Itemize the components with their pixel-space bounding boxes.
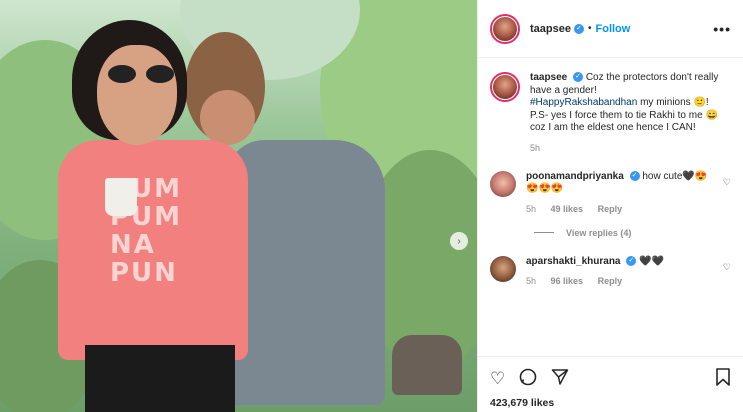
commenter-avatar[interactable] xyxy=(490,170,516,197)
share-icon[interactable] xyxy=(551,368,569,391)
caption-username[interactable]: taapsee xyxy=(530,72,567,83)
person-1-pants xyxy=(85,345,235,412)
person-1-face xyxy=(97,45,177,145)
heart-icon[interactable]: ♡ xyxy=(490,369,505,389)
caption: taapsee ✓ Coz the protectors don't reall… xyxy=(490,72,731,153)
comment-icon[interactable] xyxy=(519,368,537,391)
comment-item: poonamandpriyanka ✓ how cute🖤😍😍😍😍 5h 49 … xyxy=(490,170,731,214)
verified-icon: ✓ xyxy=(629,170,640,181)
caption-time[interactable]: 5h xyxy=(530,143,540,153)
author-avatar[interactable] xyxy=(490,13,520,44)
verified-icon: ✓ xyxy=(626,255,637,266)
post-photo[interactable]: PUM PUM NA PUN › xyxy=(0,0,477,412)
post-side-panel: taapsee ✓ • Follow ••• taapsee ✓ Coz the… xyxy=(477,0,743,412)
comment-time[interactable]: 5h xyxy=(526,204,536,214)
post-header: taapsee ✓ • Follow ••• xyxy=(478,0,743,58)
action-bar: ♡ 423,679 likes xyxy=(478,356,743,409)
divider xyxy=(534,232,554,233)
view-replies-button[interactable]: View replies (4) xyxy=(534,228,731,238)
caption-text-2: my minions 🙂! xyxy=(640,97,709,108)
reply-button[interactable]: Reply xyxy=(598,204,623,214)
bag xyxy=(392,335,462,395)
bookmark-icon[interactable] xyxy=(715,367,731,391)
view-replies-label: View replies (4) xyxy=(566,227,632,238)
comment-like-icon[interactable]: ♡ xyxy=(723,177,731,188)
comment-likes[interactable]: 49 likes xyxy=(551,204,584,214)
follow-button[interactable]: Follow xyxy=(596,23,631,35)
person-2-face xyxy=(200,90,255,145)
sunglasses xyxy=(108,65,178,85)
cup xyxy=(105,178,137,216)
comment-likes[interactable]: 96 likes xyxy=(551,276,584,286)
likes-count[interactable]: 423,679 likes xyxy=(490,397,731,409)
verified-icon: ✓ xyxy=(573,23,584,34)
comment-like-icon[interactable]: ♡ xyxy=(723,262,731,273)
comments-section: taapsee ✓ Coz the protectors don't reall… xyxy=(478,58,743,356)
comment-text: 🖤🖤 xyxy=(639,255,664,267)
comment-username[interactable]: poonamandpriyanka xyxy=(526,171,624,182)
comment-item: aparshakti_khurana ✓ 🖤🖤 5h 96 likes Repl… xyxy=(490,255,731,286)
next-photo-button[interactable]: › xyxy=(450,232,468,250)
more-options-icon[interactable]: ••• xyxy=(713,21,731,37)
person-2-shirt xyxy=(225,140,385,405)
caption-avatar[interactable] xyxy=(490,72,520,102)
author-username[interactable]: taapsee xyxy=(530,23,571,35)
reply-button[interactable]: Reply xyxy=(598,276,623,286)
comment-username[interactable]: aparshakti_khurana xyxy=(526,256,621,267)
verified-icon: ✓ xyxy=(573,72,584,83)
hashtag-link[interactable]: #HappyRakshabandhan xyxy=(530,97,637,108)
comment-time[interactable]: 5h xyxy=(526,276,536,286)
commenter-avatar[interactable] xyxy=(490,255,516,282)
caption-text-3: P.S- yes I force them to tie Rakhi to me… xyxy=(530,109,718,134)
separator-dot: • xyxy=(587,23,592,34)
